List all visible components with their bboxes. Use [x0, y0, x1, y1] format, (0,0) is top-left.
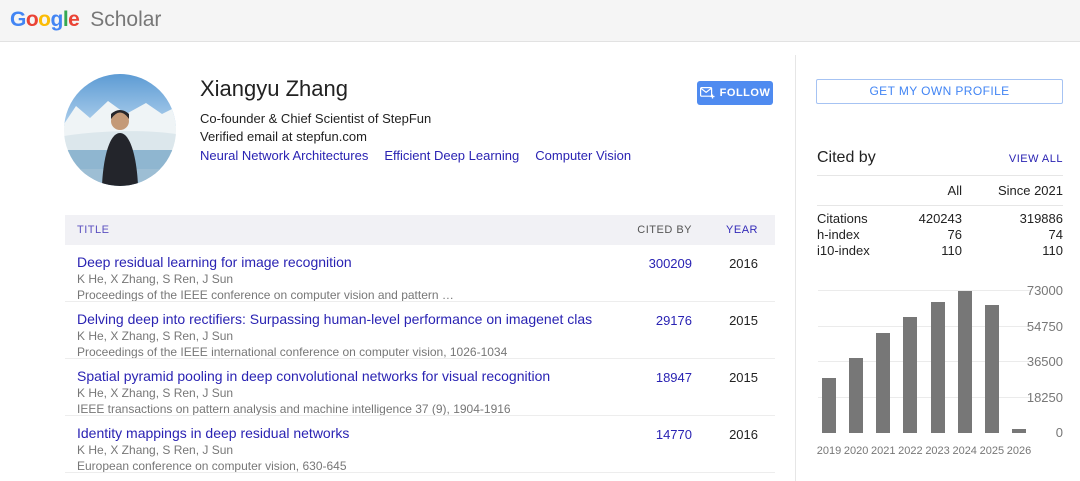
publication-venue: Proceedings of the IEEE international co… [77, 345, 592, 358]
chart-y-tick-label: 18250 [1027, 390, 1063, 405]
chart-bar-2024[interactable] [958, 291, 972, 433]
profile-verified-email: Verified email at stepfun.com [200, 129, 367, 144]
publication-year: 2016 [692, 245, 758, 301]
publication-venue: European conference on computer vision, … [77, 459, 592, 472]
chart-y-tick-label: 0 [1056, 425, 1063, 440]
metric-row-citations: Citations 420243 319886 [817, 211, 1063, 227]
envelope-plus-icon [700, 87, 715, 99]
cited-by-section-header: Cited by VIEW ALL [817, 149, 1063, 167]
cited-by-col-since-2021: Since 2021 [962, 183, 1063, 198]
get-my-own-profile-button[interactable]: GET MY OWN PROFILE [816, 79, 1063, 104]
cited-by-column-headers: All Since 2021 [817, 183, 1063, 198]
metric-row-i10-index: i10-index 110 110 [817, 243, 1063, 259]
metric-value-since: 110 [962, 243, 1063, 259]
cited-by-column-header: CITED BY [592, 224, 692, 236]
publication-cited-by-link[interactable]: 14770 [656, 427, 692, 442]
publication-title-link[interactable]: Identity mappings in deep residual netwo… [77, 424, 592, 442]
publication-venue: Proceedings of the IEEE conference on co… [77, 288, 592, 301]
publication-row: Deep residual learning for image recogni… [65, 245, 775, 302]
interest-link-efficient-deep-learning[interactable]: Efficient Deep Learning [384, 148, 519, 163]
citations-per-year-chart: 20192020202120222023202420252026 [818, 291, 1030, 433]
publication-row: Identity mappings in deep residual netwo… [65, 416, 775, 473]
interest-link-neural-network-architectures[interactable]: Neural Network Architectures [200, 148, 368, 163]
sidebar-divider [795, 55, 796, 481]
chart-y-tick-label: 73000 [1027, 283, 1063, 298]
metric-value-all: 76 [882, 227, 962, 243]
publications-table: TITLE CITED BY YEAR Deep residual learni… [65, 215, 775, 473]
metric-label: i10-index [817, 243, 882, 259]
view-all-link[interactable]: VIEW ALL [1009, 153, 1063, 165]
chart-y-tick-label: 54750 [1027, 319, 1063, 334]
metric-value-since: 319886 [962, 211, 1063, 227]
publication-info: Spatial pyramid pooling in deep convolut… [65, 359, 592, 415]
publication-year: 2015 [692, 302, 758, 358]
citation-metrics-table: Citations 420243 319886 h-index 76 74 i1… [817, 211, 1063, 259]
publication-info: Deep residual learning for image recogni… [65, 245, 592, 301]
chart-bar-2025[interactable] [985, 305, 999, 433]
cited-by-divider [817, 205, 1063, 206]
sort-by-title-header[interactable]: TITLE [65, 224, 592, 236]
metric-value-since: 74 [962, 227, 1063, 243]
sort-by-year-header[interactable]: YEAR [692, 224, 758, 236]
follow-button[interactable]: FOLLOW [697, 81, 773, 105]
interest-link-computer-vision[interactable]: Computer Vision [535, 148, 631, 163]
publication-row: Spatial pyramid pooling in deep convolut… [65, 359, 775, 416]
cited-by-title: Cited by [817, 149, 876, 167]
cited-by-divider [817, 175, 1063, 176]
publication-authors: K He, X Zhang, S Ren, J Sun [77, 386, 592, 401]
publication-venue: IEEE transactions on pattern analysis an… [77, 402, 592, 415]
profile-photo[interactable] [64, 74, 176, 186]
publication-title-link[interactable]: Spatial pyramid pooling in deep convolut… [77, 367, 592, 385]
publication-info: Identity mappings in deep residual netwo… [65, 416, 592, 472]
profile-affiliation: Co-founder & Chief Scientist of StepFun [200, 111, 431, 126]
google-scholar-logo[interactable]: Google Scholar [10, 8, 161, 32]
follow-button-label: FOLLOW [720, 87, 771, 99]
chart-bar-2020[interactable] [849, 358, 863, 433]
publication-year: 2016 [692, 416, 758, 472]
publication-year: 2015 [692, 359, 758, 415]
publication-authors: K He, X Zhang, S Ren, J Sun [77, 443, 592, 458]
chart-x-tick-label: 2026 [1002, 445, 1036, 457]
publication-info: Delving deep into rectifiers: Surpassing… [65, 302, 592, 358]
publication-cited-by-link[interactable]: 300209 [649, 256, 692, 271]
cited-by-col-all: All [882, 183, 962, 198]
chart-bar-2023[interactable] [931, 302, 945, 433]
chart-bar-2019[interactable] [822, 378, 836, 433]
publication-title-link[interactable]: Deep residual learning for image recogni… [77, 253, 592, 271]
profile-name: Xiangyu Zhang [200, 76, 348, 102]
publication-authors: K He, X Zhang, S Ren, J Sun [77, 272, 592, 287]
chart-bar-2021[interactable] [876, 333, 890, 433]
publication-title-link[interactable]: Delving deep into rectifiers: Surpassing… [77, 310, 592, 328]
publication-authors: K He, X Zhang, S Ren, J Sun [77, 329, 592, 344]
scholar-logo-text: Scholar [90, 8, 161, 31]
chart-bar-2022[interactable] [903, 317, 917, 433]
metric-value-all: 110 [882, 243, 962, 259]
metric-value-all: 420243 [882, 211, 962, 227]
publications-table-header: TITLE CITED BY YEAR [65, 215, 775, 245]
publication-row: Delving deep into rectifiers: Surpassing… [65, 302, 775, 359]
chart-y-axis-labels: 018250365005475073000 [1000, 291, 1063, 433]
publication-cited-by-link[interactable]: 29176 [656, 313, 692, 328]
profile-interests: Neural Network Architectures Efficient D… [200, 148, 631, 163]
chart-gridline [818, 290, 1030, 291]
metric-row-h-index: h-index 76 74 [817, 227, 1063, 243]
chart-y-tick-label: 36500 [1027, 354, 1063, 369]
metric-label: h-index [817, 227, 882, 243]
google-logo-text: Google [10, 8, 79, 31]
metric-label: Citations [817, 211, 882, 227]
top-header-bar: Google Scholar [0, 0, 1080, 42]
publication-cited-by-link[interactable]: 18947 [656, 370, 692, 385]
profile-photo-image [64, 74, 176, 186]
